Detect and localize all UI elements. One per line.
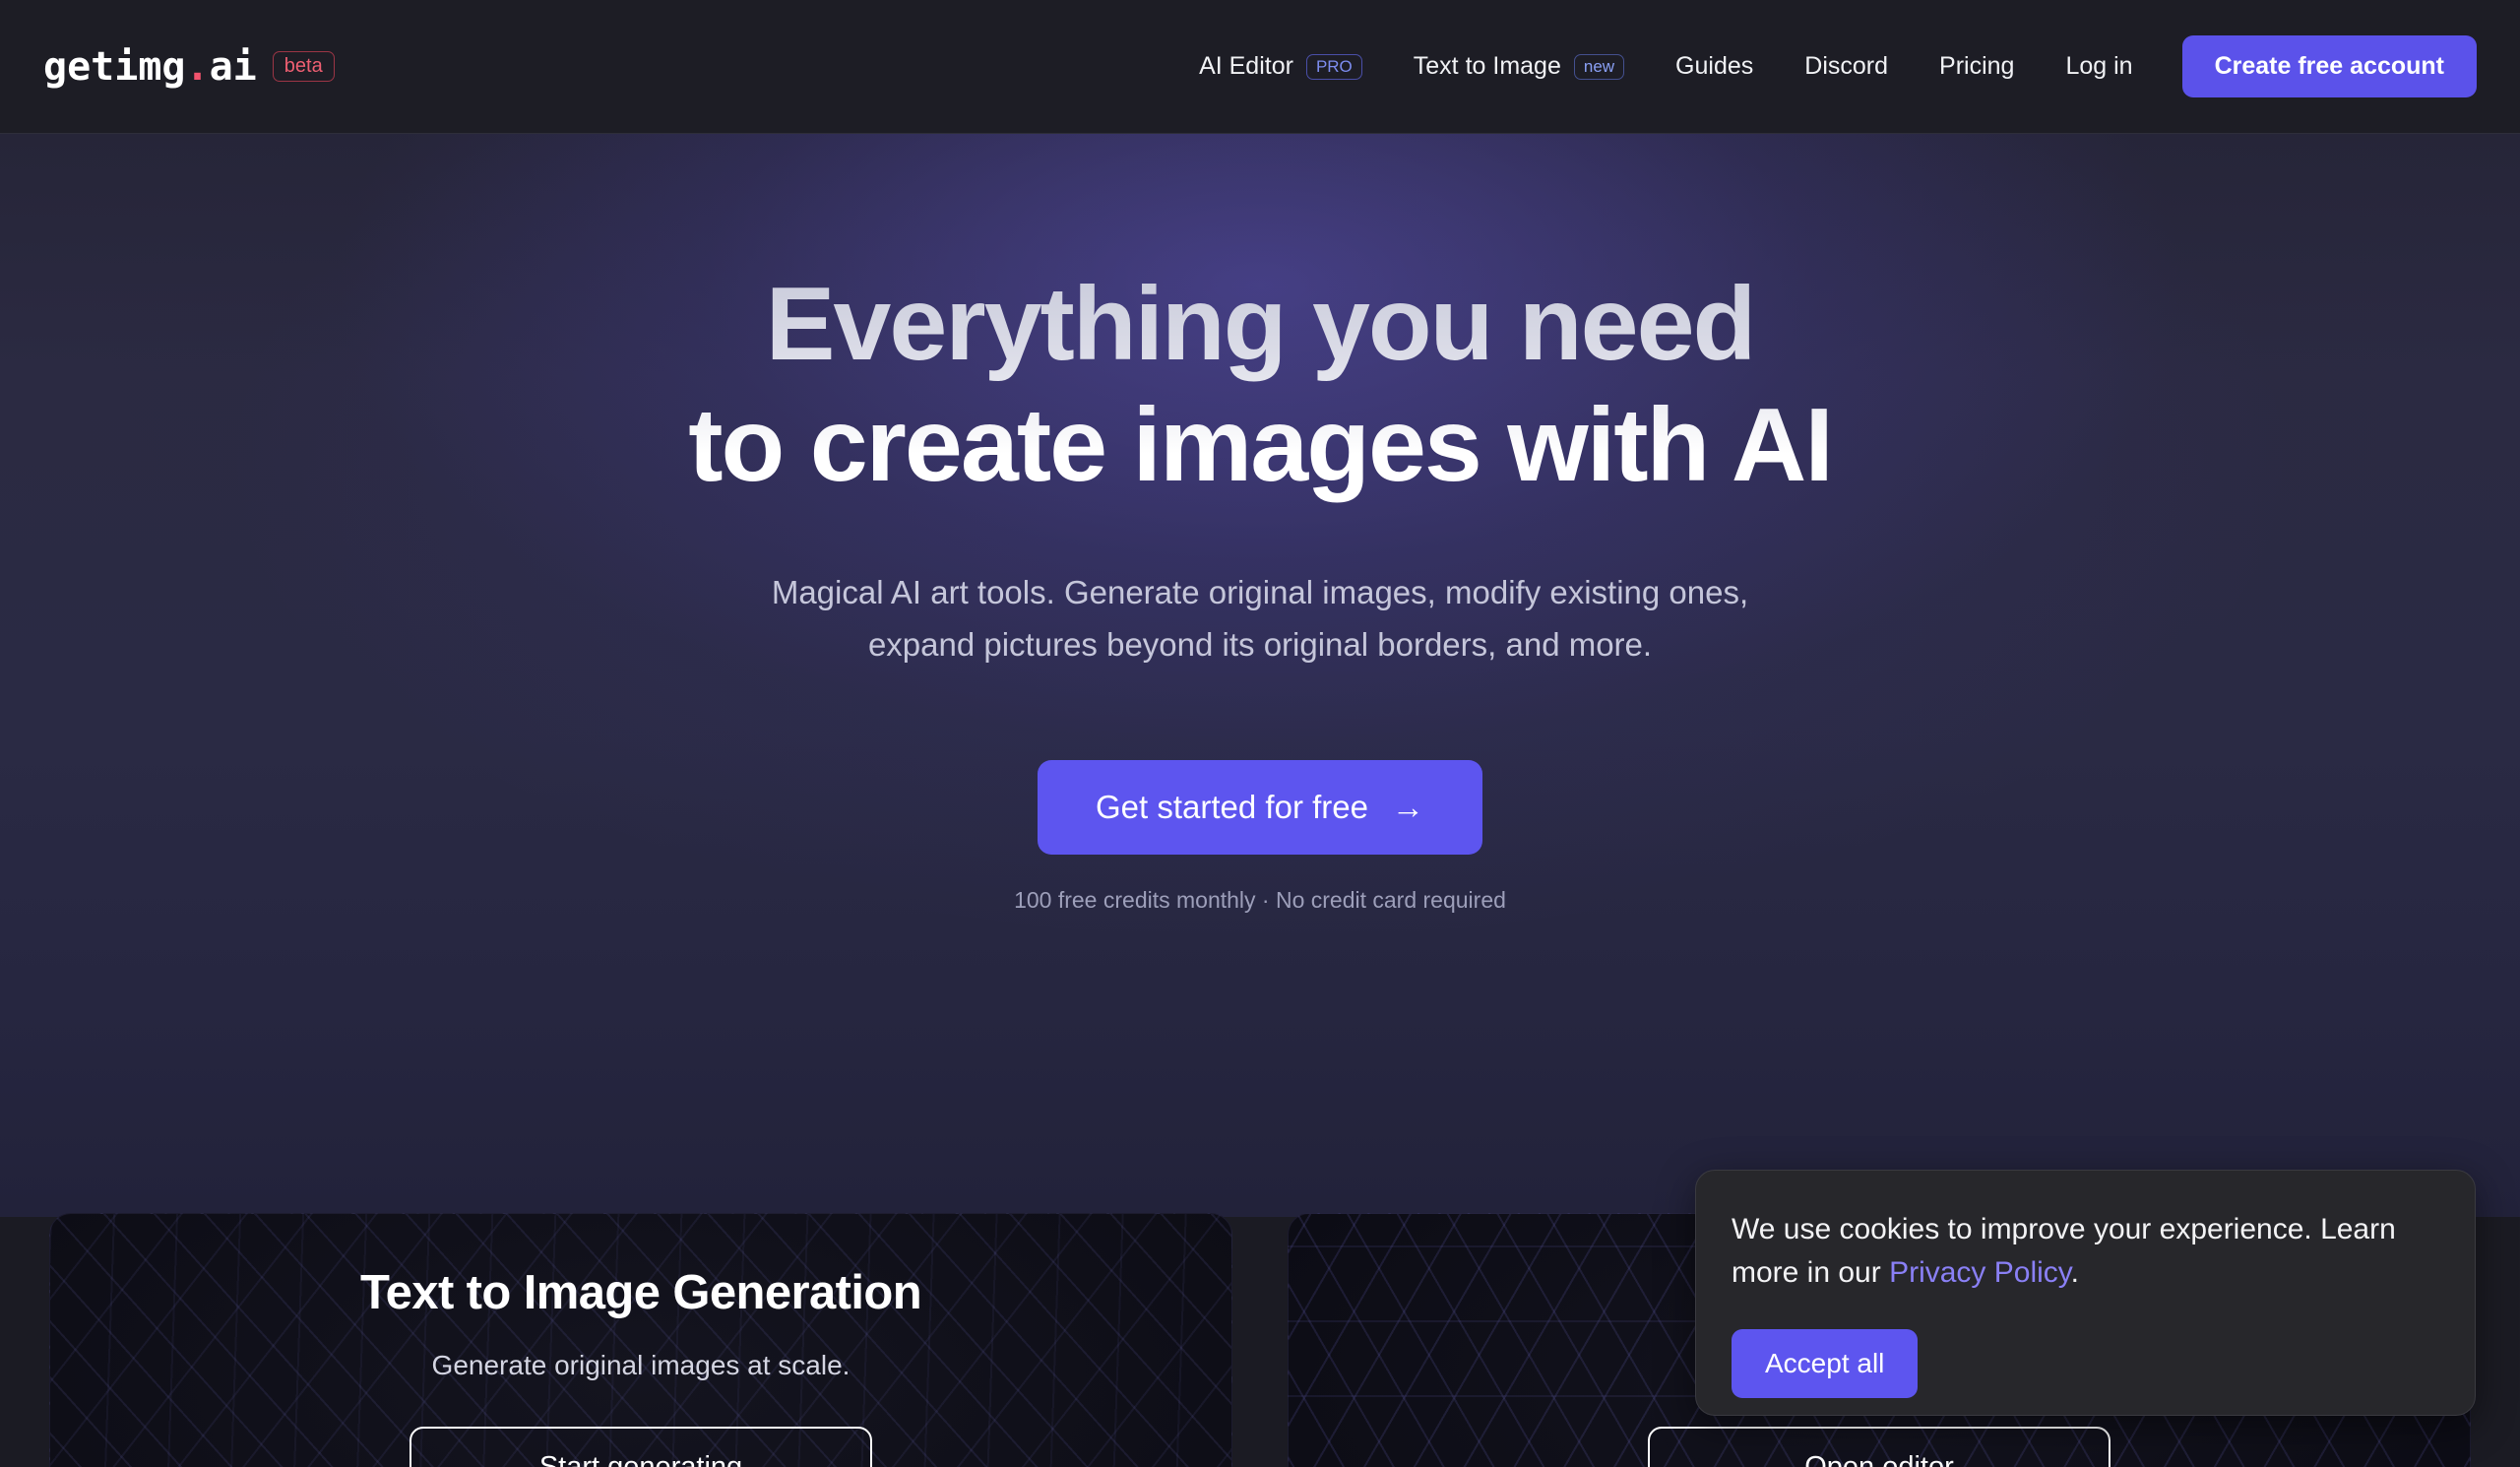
logo-text: getimg.ai — [43, 44, 257, 90]
card-text-to-image[interactable]: Text to Image Generation Generate origin… — [49, 1213, 1232, 1467]
hero-subtitle-line-1: Magical AI art tools. Generate original … — [771, 573, 1749, 610]
nav-item-login[interactable]: Log in — [2040, 52, 2158, 81]
nav-item-ai-editor[interactable]: AI Editor PRO — [1173, 52, 1388, 81]
site-header: getimg.ai beta AI Editor PRO Text to Ima… — [0, 0, 2520, 134]
nav-item-guides[interactable]: Guides — [1650, 52, 1779, 81]
hero-subtitle: Magical AI art tools. Generate original … — [0, 566, 2520, 671]
nav-item-text-to-image[interactable]: Text to Image new — [1388, 52, 1650, 81]
nav-label: Discord — [1804, 52, 1889, 80]
card-title: Text to Image Generation — [359, 1266, 922, 1319]
nav-label: Pricing — [1939, 52, 2015, 80]
new-badge: new — [1573, 53, 1625, 80]
logo-suffix: ai — [209, 43, 257, 90]
logo[interactable]: getimg.ai beta — [43, 44, 335, 90]
page-title: Everything you need to create images wit… — [0, 264, 2520, 507]
nav-item-discord[interactable]: Discord — [1779, 52, 1914, 81]
logo-name: getimg — [43, 43, 186, 90]
card-action-button[interactable]: Start generating — [410, 1427, 872, 1467]
cookie-banner: We use cookies to improve your experienc… — [1695, 1170, 2476, 1416]
privacy-policy-link[interactable]: Privacy Policy — [1889, 1256, 2070, 1289]
accept-all-button[interactable]: Accept all — [1732, 1328, 1919, 1398]
cta-note: 100 free credits monthly · No credit car… — [1014, 886, 1506, 913]
main-nav: AI Editor PRO Text to Image new Guides D… — [1173, 35, 2477, 97]
create-free-account-button[interactable]: Create free account — [2181, 35, 2477, 97]
cookie-text-after: . — [2070, 1256, 2079, 1290]
hero-heading-line-1: Everything you need — [765, 266, 1755, 382]
nav-label: Log in — [2065, 52, 2133, 80]
nav-label: Guides — [1675, 52, 1754, 80]
get-started-button[interactable]: Get started for free → — [1038, 759, 1482, 855]
logo-dot: . — [185, 43, 210, 90]
card-description: Generate original images at scale. — [431, 1350, 850, 1380]
get-started-label: Get started for free — [1096, 788, 1368, 825]
hero-cta-wrap: Get started for free → — [0, 759, 2520, 855]
pro-badge: PRO — [1305, 53, 1362, 80]
hero-section: Everything you need to create images wit… — [0, 134, 2520, 1217]
nav-item-pricing[interactable]: Pricing — [1914, 52, 2040, 81]
card-action-button[interactable]: Open editor — [1648, 1427, 2110, 1467]
arrow-right-icon: → — [1391, 789, 1424, 826]
cookie-message: We use cookies to improve your experienc… — [1732, 1208, 2421, 1296]
landing-page: getimg.ai beta AI Editor PRO Text to Ima… — [0, 0, 2520, 1467]
hero-heading-line-2: to create images with AI — [688, 387, 1832, 504]
nav-label: Text to Image — [1413, 52, 1561, 80]
hero-subtitle-line-2: expand pictures beyond its original bord… — [867, 626, 1653, 664]
nav-label: AI Editor — [1199, 52, 1293, 80]
beta-badge: beta — [272, 51, 335, 82]
